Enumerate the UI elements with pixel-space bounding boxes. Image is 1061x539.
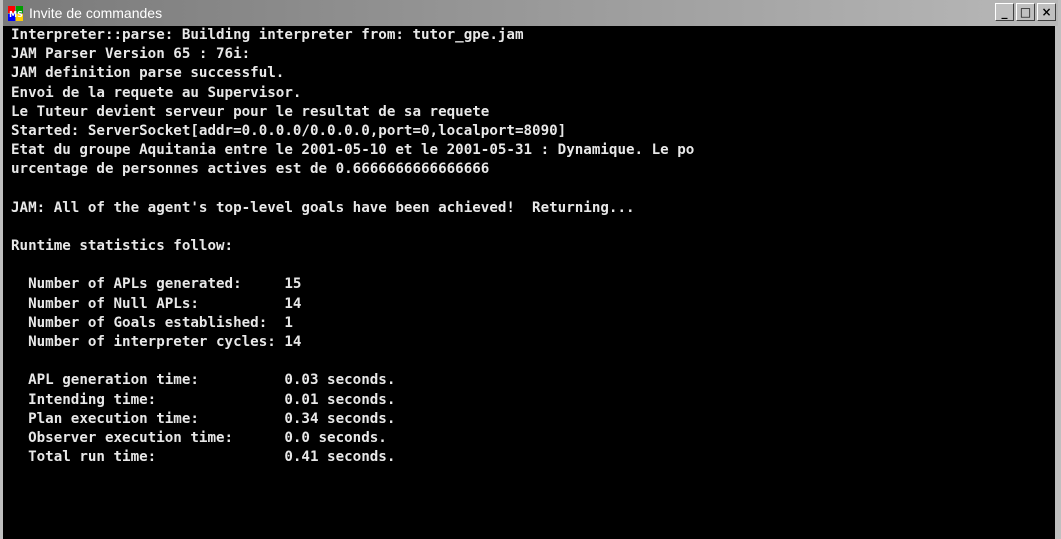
console-line: JAM: All of the agent's top-level goals … xyxy=(11,199,635,216)
console-output[interactable]: Interpreter::parse: Building interpreter… xyxy=(11,26,1052,539)
console-line: Observer execution time: 0.0 seconds. xyxy=(11,429,387,446)
msdos-icon: MS xyxy=(8,6,23,21)
console-line: Number of interpreter cycles: 14 xyxy=(11,334,302,350)
console-line: Interpreter::parse: Building interpreter… xyxy=(11,27,524,43)
console-line: JAM definition parse successful. xyxy=(11,65,285,82)
console-line: Plan execution time: 0.34 seconds. xyxy=(11,410,396,427)
console-line: Intending time: 0.01 seconds. xyxy=(11,391,396,408)
minimize-button[interactable]: _ xyxy=(995,3,1014,21)
title-bar[interactable]: MS Invite de commandes _ □ × xyxy=(3,0,1058,26)
console-line: Total run time: 0.41 seconds. xyxy=(11,449,396,466)
console-line: urcentage de personnes actives est de 0.… xyxy=(11,161,490,178)
command-prompt-window: MS Invite de commandes _ □ × Interpreter… xyxy=(0,0,1061,539)
console-line: Runtime statistics follow: xyxy=(11,238,234,255)
console-line: Etat du groupe Aquitania entre le 2001-0… xyxy=(11,142,695,159)
svg-text:MS: MS xyxy=(9,10,23,19)
close-button[interactable]: × xyxy=(1037,3,1056,21)
window-border-right xyxy=(1055,26,1058,539)
console-line: Envoi de la requete au Supervisor. xyxy=(11,84,302,101)
console-line: JAM Parser Version 65 : 76i: xyxy=(11,46,251,63)
window-controls: _ □ × xyxy=(995,3,1056,21)
console-line: Started: ServerSocket[addr=0.0.0.0/0.0.0… xyxy=(11,122,567,139)
console-line: APL generation time: 0.03 seconds. xyxy=(11,372,396,389)
console-line: Number of Null APLs: 14 xyxy=(11,295,302,312)
window-title: Invite de commandes xyxy=(29,5,163,21)
console-line: Number of APLs generated: 15 xyxy=(11,276,302,293)
maximize-button[interactable]: □ xyxy=(1016,3,1035,21)
console-line: Number of Goals established: 1 xyxy=(11,314,293,331)
console-line: Le Tuteur devient serveur pour le result… xyxy=(11,103,490,120)
